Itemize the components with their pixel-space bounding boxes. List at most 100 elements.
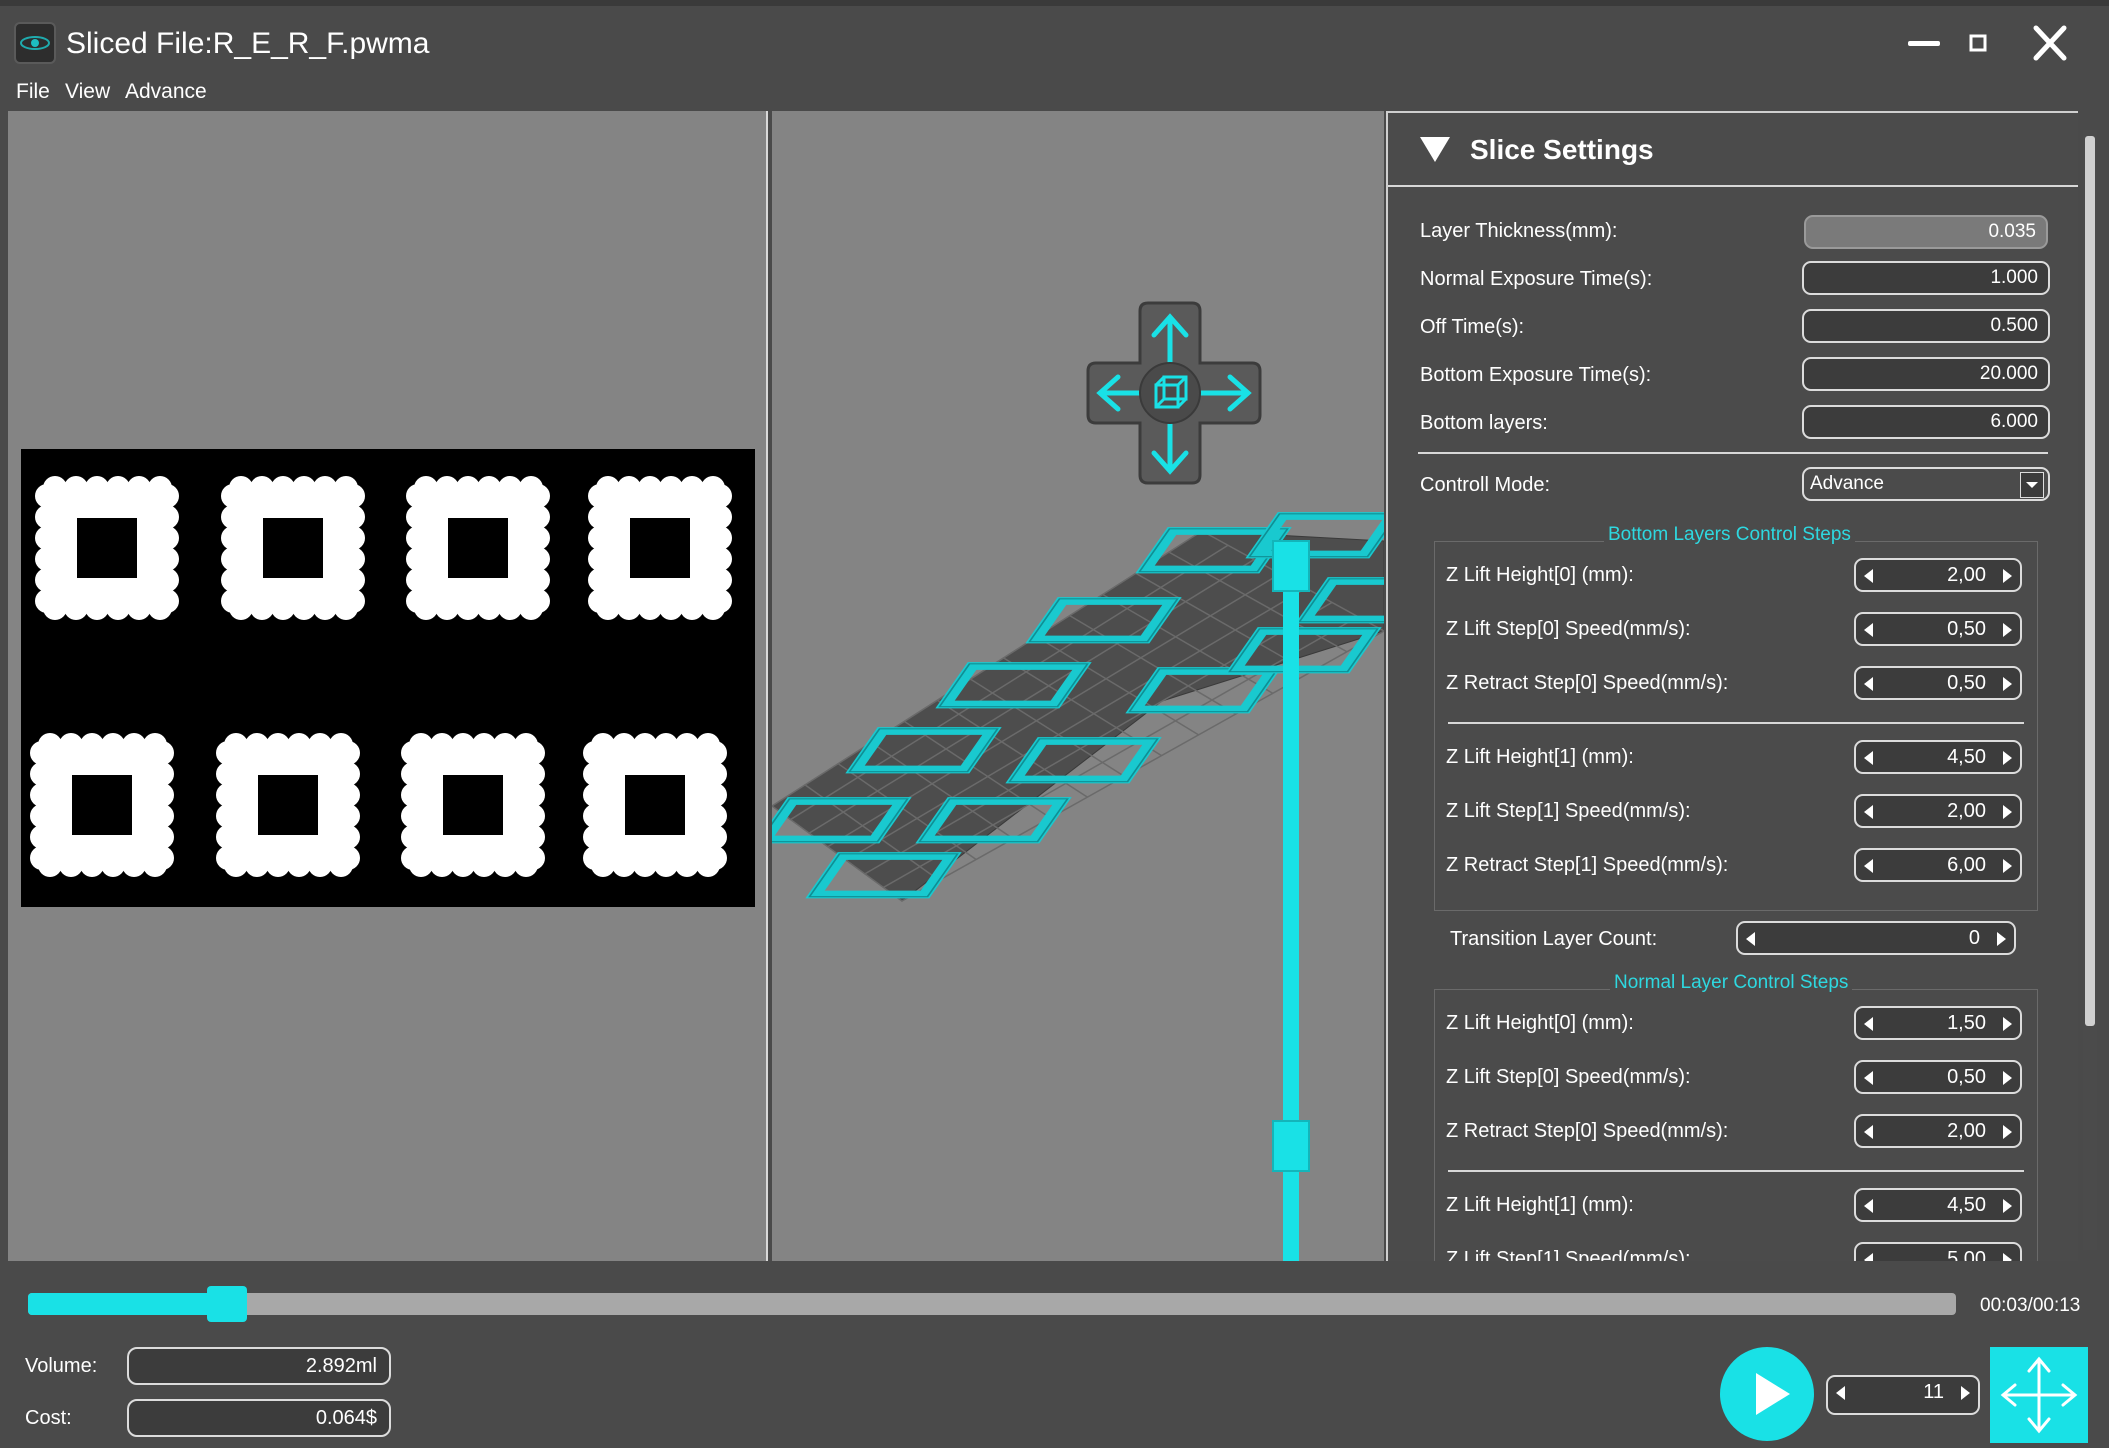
normal-exposure-label: Normal Exposure Time(s): <box>1420 268 1653 290</box>
chevron-down-icon <box>2020 472 2044 498</box>
layer-number-spinner[interactable]: 11 <box>1826 1375 1980 1415</box>
step-value: 5,00 <box>1947 1248 1986 1261</box>
menu-advance[interactable]: Advance <box>125 78 207 106</box>
step-label: Z Lift Height[1] (mm): <box>1446 746 1634 768</box>
step-spinner[interactable]: 4,50 <box>1854 1188 2022 1222</box>
step-value: 2,00 <box>1947 564 1986 586</box>
step-spinner[interactable]: 0,50 <box>1854 612 2022 646</box>
settings-header: Slice Settings <box>1470 134 1654 165</box>
step-spinner[interactable]: 0,50 <box>1854 1060 2022 1094</box>
control-mode-value: Advance <box>1810 473 1884 494</box>
increment-icon[interactable] <box>2003 1125 2012 1139</box>
decrement-icon[interactable] <box>1746 932 1755 946</box>
play-icon <box>1756 1373 1790 1415</box>
transition-layer-spinner[interactable]: 0 <box>1736 921 2016 955</box>
play-button[interactable] <box>1720 1347 1814 1441</box>
step-label: Z Lift Step[1] Speed(mm/s): <box>1446 800 1691 822</box>
group-divider <box>1448 722 2024 724</box>
bottom-layers-label: Bottom layers: <box>1420 412 1548 434</box>
app-logo-icon <box>14 22 56 64</box>
increment-icon[interactable] <box>2003 1253 2012 1261</box>
step-spinner[interactable]: 6,00 <box>1854 848 2022 882</box>
bottom-layers-field[interactable]: 6.000 <box>1802 405 2050 439</box>
slice-cross-section <box>588 476 732 620</box>
decrement-icon[interactable] <box>1864 1071 1873 1085</box>
layer-slider[interactable] <box>1292 541 1293 542</box>
decrement-icon[interactable] <box>1864 1125 1873 1139</box>
menu-view[interactable]: View <box>65 78 110 106</box>
volume-label: Volume: <box>25 1355 98 1377</box>
step-spinner[interactable]: 2,00 <box>1854 1114 2022 1148</box>
settings-scrollbar-thumb[interactable] <box>2085 136 2095 1026</box>
decrement-icon[interactable] <box>1864 1253 1873 1261</box>
playback-time: 00:03/00:13 <box>1980 1295 2081 1316</box>
step-value: 0,50 <box>1947 672 1986 694</box>
step-value: 2,00 <box>1947 800 1986 822</box>
increment-icon[interactable] <box>1997 932 2006 946</box>
window-title: Sliced File:R_E_R_F.pwma <box>66 27 430 60</box>
step-label: Z Lift Height[0] (mm): <box>1446 1012 1634 1034</box>
step-value: 4,50 <box>1947 746 1986 768</box>
control-mode-select[interactable]: Advance <box>1802 467 2050 501</box>
off-time-field[interactable]: 0.500 <box>1802 309 2050 343</box>
slice-cross-section <box>35 476 179 620</box>
increment-icon[interactable] <box>2003 569 2012 583</box>
volume-field: 2.892ml <box>127 1347 391 1385</box>
progress-handle[interactable] <box>207 1286 247 1322</box>
step-value: 0,50 <box>1947 1066 1986 1088</box>
decrement-icon[interactable] <box>1864 1017 1873 1031</box>
move-button[interactable] <box>1990 1347 2088 1443</box>
increment-icon[interactable] <box>1961 1386 1970 1400</box>
step-spinner[interactable]: 1,50 <box>1854 1006 2022 1040</box>
maximize-icon <box>1969 34 1987 52</box>
bottom-exposure-field[interactable]: 20.000 <box>1802 357 2050 391</box>
view-navigation-pad <box>1086 301 1262 485</box>
step-label: Z Retract Step[1] Speed(mm/s): <box>1446 854 1729 876</box>
slice-cross-section <box>221 476 365 620</box>
triangle-down-icon[interactable] <box>1418 135 1452 165</box>
step-label: Z Lift Height[0] (mm): <box>1446 564 1634 586</box>
increment-icon[interactable] <box>2003 677 2012 691</box>
increment-icon[interactable] <box>2003 805 2012 819</box>
menu-file[interactable]: File <box>16 78 50 106</box>
increment-icon[interactable] <box>2003 1071 2012 1085</box>
increment-icon[interactable] <box>2003 751 2012 765</box>
minimize-button[interactable] <box>1896 20 1952 68</box>
progress-track[interactable] <box>28 1293 1956 1315</box>
bottom-group-title: Bottom Layers Control Steps <box>1604 523 1855 547</box>
step-value: 2,00 <box>1947 1120 1986 1142</box>
step-spinner[interactable]: 4,50 <box>1854 740 2022 774</box>
maximize-button[interactable] <box>1950 20 2006 68</box>
decrement-icon[interactable] <box>1836 1386 1845 1400</box>
decrement-icon[interactable] <box>1864 1199 1873 1213</box>
increment-icon[interactable] <box>2003 1199 2012 1213</box>
step-label: Z Retract Step[0] Speed(mm/s): <box>1446 1120 1729 1142</box>
step-value: 6,00 <box>1947 854 1986 876</box>
normal-exposure-field[interactable]: 1.000 <box>1802 261 2050 295</box>
step-spinner[interactable]: 5,00 <box>1854 1242 2022 1261</box>
slice-cross-section <box>216 733 360 877</box>
off-time-label: Off Time(s): <box>1420 316 1525 338</box>
layer-slider-bottom-handle <box>1272 1120 1310 1172</box>
step-spinner[interactable]: 2,00 <box>1854 794 2022 828</box>
decrement-icon[interactable] <box>1864 859 1873 873</box>
increment-icon[interactable] <box>2003 1017 2012 1031</box>
decrement-icon[interactable] <box>1864 805 1873 819</box>
decrement-icon[interactable] <box>1864 751 1873 765</box>
step-spinner[interactable]: 2,00 <box>1854 558 2022 592</box>
increment-icon[interactable] <box>2003 859 2012 873</box>
step-spinner[interactable]: 0,50 <box>1854 666 2022 700</box>
increment-icon[interactable] <box>2003 623 2012 637</box>
decrement-icon[interactable] <box>1864 623 1873 637</box>
step-label: Z Lift Step[0] Speed(mm/s): <box>1446 618 1691 640</box>
slice-cross-section <box>30 733 174 877</box>
close-button[interactable] <box>2022 20 2078 68</box>
model-3d-view[interactable] <box>772 111 1384 1261</box>
decrement-icon[interactable] <box>1864 677 1873 691</box>
step-label: Z Lift Step[0] Speed(mm/s): <box>1446 1066 1691 1088</box>
normal-group-title: Normal Layer Control Steps <box>1610 971 1853 995</box>
cost-field: 0.064$ <box>127 1399 391 1437</box>
decrement-icon[interactable] <box>1864 569 1873 583</box>
transition-layer-value: 0 <box>1968 927 1980 949</box>
layer-number-value: 11 <box>1923 1381 1944 1403</box>
